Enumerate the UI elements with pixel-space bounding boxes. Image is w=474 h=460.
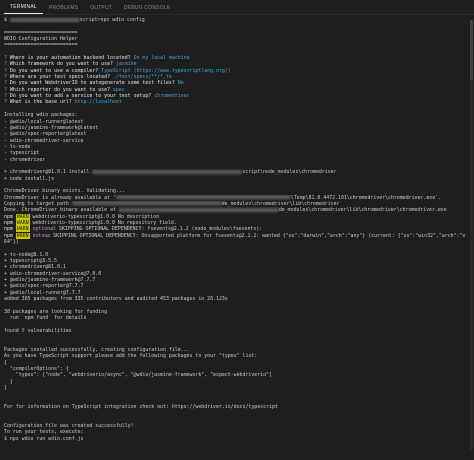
npm-message: SKIPPING OPTIONAL DEPENDENCY: fsevents@2… xyxy=(56,226,263,233)
prompt-answer: TypeScript (https://www.typescriptlang.o… xyxy=(101,67,231,74)
redacted-path xyxy=(71,201,222,206)
warn-badge: WARN xyxy=(15,220,30,226)
line-text: > node install.js xyxy=(4,175,55,182)
question-mark-icon: ? xyxy=(4,99,7,106)
line-text: - @wdio/jasmine-framework@latest xyxy=(4,124,99,131)
prompt-answer: On my local machine xyxy=(133,55,190,62)
terminal-line: $ npx wdio run wdio.conf.js xyxy=(4,436,470,442)
line-suffix: de_modules\chromedriver\lib\chromedriver xyxy=(221,200,340,207)
redacted-path xyxy=(118,207,279,212)
line-prefix: Done. ChromeDriver binary available at xyxy=(4,207,119,214)
line-text: } xyxy=(4,384,7,391)
npm-message: webdriverio-typescript@1.0.0 No descript… xyxy=(29,213,160,220)
line-text: - ts-node xyxy=(4,143,31,150)
line-text: 38 packages are looking for funding xyxy=(4,308,108,315)
prompt-answer: No xyxy=(177,80,184,87)
line-text: - chromedriver xyxy=(4,156,46,163)
line-text: "types": ["node", "webdriverio/async", "… xyxy=(4,372,272,379)
question-mark-icon: ? xyxy=(4,61,7,68)
line-text: ChromeDriver binary exists. Validating..… xyxy=(4,188,125,195)
npm-prefix: npm xyxy=(4,220,13,226)
npm-prefix: npm xyxy=(4,213,13,220)
terminal-scrollbar-thumb[interactable] xyxy=(470,20,473,80)
line-text: ========================= xyxy=(4,42,78,49)
tab-debug-console[interactable]: DEBUG CONSOLE xyxy=(118,5,176,14)
terminal-scrollbar-track[interactable] xyxy=(470,20,473,450)
question-mark-icon: ? xyxy=(4,74,7,81)
line-text: For for information on TypeScript integr… xyxy=(4,403,278,410)
line-text: + @wdio/jasmine-framework@7.7.7 xyxy=(4,277,96,284)
line-suffix: de_modules\chromedriver\lib\chromedriver… xyxy=(278,207,447,214)
line-text: - @wdio/local-runner@latest xyxy=(4,118,84,125)
question-mark-icon: ? xyxy=(4,55,7,62)
prompt-question: Do you want to use a compiler? xyxy=(9,67,99,74)
prompt-question: Which reporter do you want to use? xyxy=(9,86,111,93)
terminal-output[interactable]: $ script>npx wdio config ===============… xyxy=(0,15,474,442)
line-text: + typescript@3.5.5 xyxy=(4,258,57,265)
question-mark-icon: ? xyxy=(4,93,7,100)
line-suffix: vulnerabilities xyxy=(24,327,72,334)
prompt-question: Where are your test specs located? xyxy=(9,74,111,81)
line-text: + @wdio/spec-reporter@7.7.7 xyxy=(4,283,84,290)
line-text: - @wdio/spec-reporter@latest xyxy=(4,131,87,138)
prompt-answer: ./test/specs/**/*.ts xyxy=(112,74,172,81)
line-text: } xyxy=(4,378,13,385)
line-text: 64"}) xyxy=(4,239,19,246)
line-text: + ts-node@8.1.0 xyxy=(4,251,49,258)
npm-level-tag: notsup xyxy=(32,232,51,239)
line-prefix: ChromeDriver is already available at ' xyxy=(4,194,116,201)
prompt-question: What is the base url? xyxy=(9,99,72,106)
question-mark-icon: ? xyxy=(4,67,7,74)
npm-prefix: npm xyxy=(4,226,13,233)
line-text: $ npx wdio run wdio.conf.js xyxy=(4,435,84,442)
line-text: run `npm fund` for details xyxy=(4,315,87,322)
panel-tab-bar: TERMINAL PROBLEMS OUTPUT DEBUG CONSOLE xyxy=(0,0,474,15)
line-text: - wdio-chromedriver-service xyxy=(4,137,84,144)
prompt-question: Do you want to add a service to your tes… xyxy=(9,93,152,100)
redacted-path xyxy=(9,17,80,22)
line-text: Configuration file was created successfu… xyxy=(4,423,134,429)
line-text: "compilerOptions": { xyxy=(4,365,69,372)
prompt-question: Do you want WebdriverIO to autogenerate … xyxy=(9,80,175,87)
line-text: To run your tests, execute: xyxy=(4,429,84,436)
prompt-question: Which framework do you want to use? xyxy=(9,61,113,68)
tab-problems[interactable]: PROBLEMS xyxy=(43,5,84,14)
line-text: As you have TypeScript support please ad… xyxy=(4,353,258,360)
question-mark-icon: ? xyxy=(4,80,7,87)
line-text: + chromedriver@81.0.1 xyxy=(4,264,66,271)
line-suffix: script\node_modules\chromedriver xyxy=(242,169,337,176)
prompt-answer: spec xyxy=(112,86,125,93)
prompt-answer: chromedriver xyxy=(154,93,190,100)
line-text: Packages installed successfully, creatin… xyxy=(4,346,190,353)
redacted-path xyxy=(92,169,243,174)
npm-level-tag: optional xyxy=(32,226,57,233)
line-text: WDIO Configuration Helper xyxy=(4,36,78,43)
prompt-question: Where is your automation backend located… xyxy=(9,55,131,62)
npm-message: SKIPPING OPTIONAL DEPENDENCY: Unsupporte… xyxy=(50,232,466,239)
line-text: added 305 packages from 335 contributors… xyxy=(4,296,228,303)
prompt-answer: jasmine xyxy=(115,61,137,68)
line-prefix: > chromedriver@81.0.1 install xyxy=(4,169,93,176)
tab-output[interactable]: OUTPUT xyxy=(84,5,118,14)
line-suffix: \Temp\81.0.4472.101\chromedriver\chromed… xyxy=(290,194,442,201)
line-text: - typescript xyxy=(4,150,40,157)
warn-badge: WARN xyxy=(15,213,30,220)
line-text: Installing wdio packages: xyxy=(4,112,78,119)
redacted-path xyxy=(115,195,291,200)
line-text: ========================= xyxy=(4,29,78,36)
terminal-line: npm WARN notsup SKIPPING OPTIONAL DEPEND… xyxy=(4,232,470,239)
npm-prefix: npm xyxy=(4,232,13,239)
line-prefix: found xyxy=(4,327,22,334)
line-text: + @wdio/local-runner@7.7.7 xyxy=(4,289,81,296)
line-suffix: script>npx wdio config xyxy=(79,17,145,23)
line-text: { xyxy=(4,359,7,366)
warn-badge: WARN xyxy=(15,232,30,239)
tab-terminal[interactable]: TERMINAL xyxy=(4,4,43,14)
prompt-answer: http://localhost xyxy=(74,99,122,106)
npm-message: webdriverio-typescript@1.0.0 No reposito… xyxy=(29,220,177,226)
line-prefix: Copying to target path xyxy=(4,200,72,207)
question-mark-icon: ? xyxy=(4,86,7,93)
warn-badge: WARN xyxy=(15,226,30,233)
line-text: + wdio-chromedriver-service@7.0.0 xyxy=(4,270,102,277)
